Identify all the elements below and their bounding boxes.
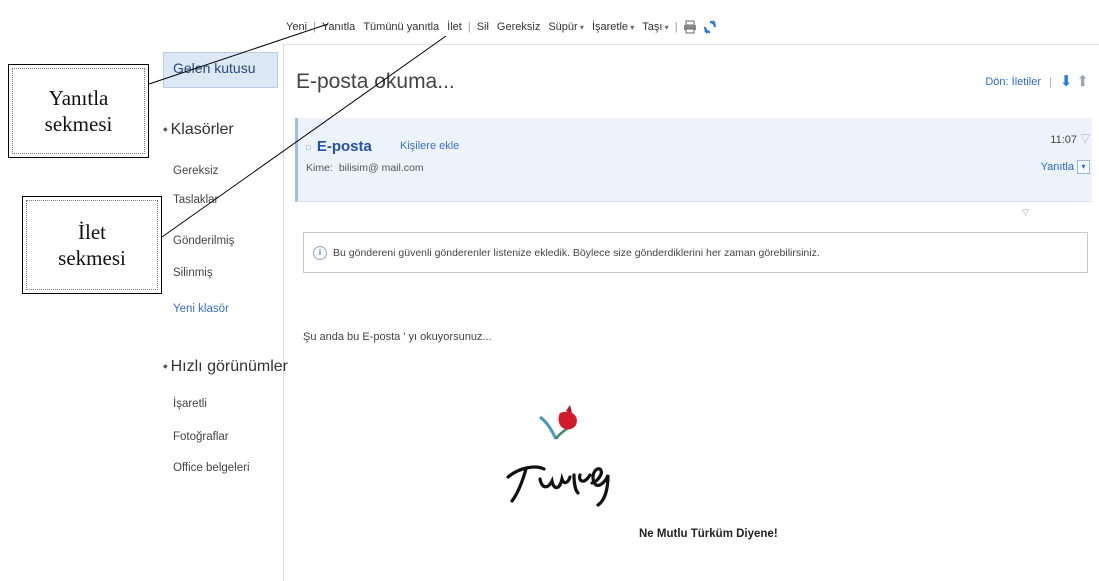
printer-icon[interactable]: [683, 20, 697, 34]
collapse-icon[interactable]: ▽: [1022, 207, 1029, 218]
message-time: 11:07: [1050, 134, 1077, 146]
forward-tab-callout: İlet sekmesi: [22, 196, 162, 294]
recipient-line: Kime: bilisim@ mail.com: [306, 162, 424, 174]
safe-sender-notice: i Bu göndereni güvenli gönderenler liste…: [303, 232, 1088, 273]
separator: |: [467, 21, 471, 33]
message-body-text: Şu anda bu E-posta ' yı okuyorsunuz...: [303, 331, 492, 343]
turkey-logo-icon: [506, 405, 610, 507]
folders-header[interactable]: Klasörler: [163, 121, 234, 139]
callout-line: sekmesi: [58, 246, 126, 270]
nav-divider: [283, 45, 284, 581]
separator: |: [1048, 75, 1052, 88]
nav-item-junk[interactable]: Gereksiz: [173, 165, 218, 177]
page-title: E-posta okuma...: [296, 70, 455, 93]
reply-dropdown[interactable]: Yanıtla ▾: [1041, 160, 1090, 174]
chevron-down-icon[interactable]: ▾: [1077, 160, 1090, 174]
nav-item-deleted[interactable]: Silinmiş: [173, 267, 213, 279]
message-header: [295, 118, 1092, 202]
new-folder-link[interactable]: Yeni klasör: [173, 303, 229, 315]
toolbar-divider: [282, 44, 1099, 45]
reply-all-button[interactable]: Tümünü yanıtla: [359, 21, 443, 33]
nav-item-drafts[interactable]: Taslaklar: [173, 194, 218, 206]
callout-line: İlet: [78, 220, 106, 244]
refresh-icon[interactable]: [703, 20, 717, 34]
to-label: Kime:: [306, 162, 333, 174]
mark-menu[interactable]: İşaretle: [588, 21, 638, 33]
add-to-contacts-link[interactable]: Kişilere ekle: [400, 140, 459, 152]
sender-name[interactable]: E-posta: [306, 138, 372, 155]
toolbar: Yeni | Yanıtla Tümünü yanıtla İlet | Sil…: [282, 14, 720, 40]
notice-text: Bu göndereni güvenli gönderenler listeni…: [333, 246, 820, 259]
separator: |: [313, 21, 316, 33]
reply-button[interactable]: Yanıtla: [318, 21, 359, 33]
delete-button[interactable]: Sil: [473, 21, 493, 33]
nav-item-inbox[interactable]: Gelen kutusu: [163, 52, 278, 88]
sweep-menu[interactable]: Süpür: [544, 21, 588, 33]
nav-item-photos[interactable]: Fotoğraflar: [173, 431, 229, 443]
recipient-address: bilisim@ mail.com: [338, 162, 424, 174]
message-nav: Dön: İletiler | ⬇ ⬆: [985, 74, 1089, 89]
new-button[interactable]: Yeni: [282, 21, 311, 33]
flag-icon[interactable]: ▽: [1081, 131, 1090, 145]
callout-line: sekmesi: [44, 112, 113, 136]
move-menu[interactable]: Taşı: [638, 21, 672, 33]
callout-line: Yanıtla: [48, 86, 109, 110]
separator: |: [674, 21, 678, 33]
next-message-icon[interactable]: ⬇: [1060, 74, 1073, 89]
previous-message-icon[interactable]: ⬆: [1076, 74, 1089, 89]
reply-link[interactable]: Yanıtla: [1041, 161, 1074, 173]
reply-tab-callout: Yanıtla sekmesi: [8, 64, 149, 158]
nav-item-flagged[interactable]: İşaretli: [173, 398, 207, 410]
back-to-messages-link[interactable]: Dön: İletiler: [985, 76, 1041, 88]
nav-item-office-docs[interactable]: Office belgeleri: [173, 462, 250, 474]
slogan-text: Ne Mutlu Türküm Diyene!: [639, 528, 778, 540]
nav-item-sent[interactable]: Gönderilmiş: [173, 235, 234, 247]
junk-button[interactable]: Gereksiz: [493, 21, 544, 33]
forward-button[interactable]: İlet: [443, 21, 466, 33]
quick-views-header[interactable]: Hızlı görünümler: [163, 358, 288, 376]
info-icon: i: [313, 245, 327, 260]
